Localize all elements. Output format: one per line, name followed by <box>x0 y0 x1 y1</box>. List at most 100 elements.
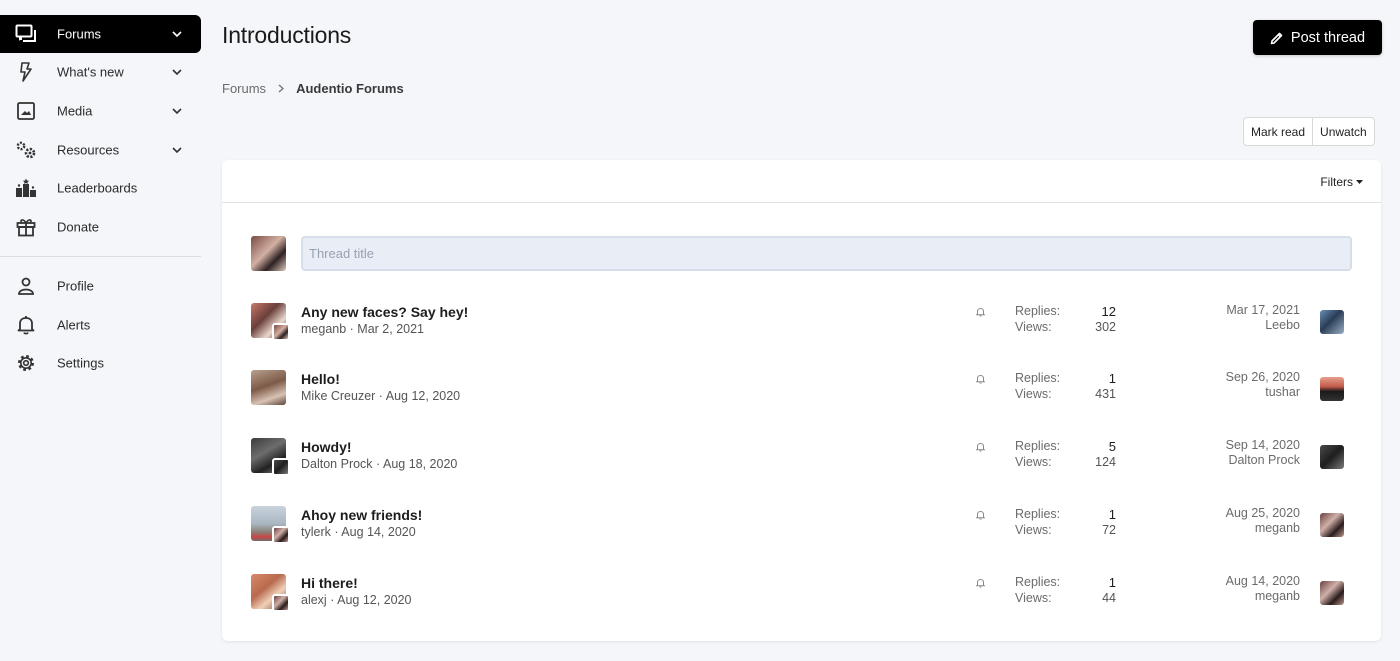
thread-title[interactable]: Howdy! <box>301 439 352 455</box>
sidebar-item-profile[interactable]: Profile <box>0 267 201 305</box>
thread-title[interactable]: Hi there! <box>301 575 358 591</box>
last-post-date[interactable]: Sep 14, 2020 <box>1226 438 1300 452</box>
thread-author[interactable]: alexj <box>301 593 327 607</box>
replies-label: Replies: <box>1015 439 1061 453</box>
views-label: Views: <box>1015 387 1052 401</box>
unwatch-button[interactable]: Unwatch <box>1312 118 1374 145</box>
sidebar-item-alerts[interactable]: Alerts <box>0 306 201 344</box>
last-post-user[interactable]: meganb <box>1255 521 1300 535</box>
sidebar-item-leaderboards[interactable]: Leaderboards <box>0 169 201 207</box>
last-poster-avatar[interactable] <box>1320 310 1344 334</box>
thread-row[interactable]: Any new faces? Say hey! meganb · Mar 2, … <box>251 303 1352 343</box>
last-poster-mini-avatar[interactable] <box>272 594 290 612</box>
last-poster-avatar[interactable] <box>1320 581 1344 605</box>
thread-start-date[interactable]: Aug 18, 2020 <box>383 457 457 471</box>
cogs-icon <box>15 139 37 161</box>
sidebar-item-whats-new[interactable]: What's new <box>0 53 201 91</box>
sidebar: Forums What's new Media Resources Leader… <box>0 0 202 661</box>
gift-icon <box>15 216 37 238</box>
thread-meta: tylerk · Aug 14, 2020 <box>301 525 416 539</box>
views-count: 72 <box>1102 523 1116 537</box>
breadcrumb-item-forums[interactable]: Forums <box>222 81 266 96</box>
sidebar-item-label: Settings <box>57 355 104 371</box>
mark-read-button[interactable]: Mark read <box>1244 118 1312 145</box>
last-poster-avatar[interactable] <box>1320 513 1344 537</box>
replies-count: 12 <box>1101 304 1116 319</box>
quick-thread-row <box>251 236 1352 271</box>
thread-start-date[interactable]: Aug 12, 2020 <box>386 389 460 403</box>
last-post-user[interactable]: meganb <box>1255 589 1300 603</box>
replies-label: Replies: <box>1015 507 1061 521</box>
thread-start-date[interactable]: Aug 14, 2020 <box>341 525 415 539</box>
thread-row[interactable]: Hello! Mike Creuzer · Aug 12, 2020 Repli… <box>251 370 1352 410</box>
views-label: Views: <box>1015 455 1052 469</box>
avatar[interactable] <box>251 236 286 271</box>
thread-meta: Dalton Prock · Aug 18, 2020 <box>301 457 458 471</box>
chevron-down-icon[interactable] <box>171 144 183 156</box>
filters-button[interactable]: Filters <box>1320 175 1363 189</box>
last-post-date[interactable]: Sep 26, 2020 <box>1226 370 1300 384</box>
watch-bell-icon[interactable] <box>974 441 986 453</box>
replies-count: 1 <box>1108 507 1116 522</box>
watch-bell-icon[interactable] <box>974 577 986 589</box>
forums-icon <box>15 23 37 45</box>
sidebar-item-media[interactable]: Media <box>0 92 201 130</box>
last-poster-mini-avatar[interactable] <box>272 526 290 544</box>
thread-row[interactable]: Hi there! alexj · Aug 12, 2020 Replies: … <box>251 574 1352 614</box>
filters-label: Filters <box>1320 175 1353 189</box>
watch-bell-icon[interactable] <box>974 509 986 521</box>
views-count: 431 <box>1095 387 1116 401</box>
last-post-user[interactable]: Leebo <box>1265 318 1300 332</box>
last-post-user[interactable]: tushar <box>1265 385 1300 399</box>
thread-list-card: Filters Any new faces? Say hey! meganb ·… <box>222 160 1381 641</box>
last-post-date[interactable]: Aug 14, 2020 <box>1226 574 1300 588</box>
sidebar-item-donate[interactable]: Donate <box>0 208 201 246</box>
thread-author[interactable]: tylerk <box>301 525 331 539</box>
sidebar-item-label: Media <box>57 103 93 119</box>
caret-down-icon <box>1356 180 1363 184</box>
bell-icon <box>15 314 37 336</box>
watch-bell-icon[interactable] <box>974 306 986 318</box>
thread-start-date[interactable]: Mar 2, 2021 <box>357 322 424 336</box>
thread-title[interactable]: Ahoy new friends! <box>301 507 422 523</box>
last-poster-avatar[interactable] <box>1320 377 1344 401</box>
thread-list-header: Filters <box>222 160 1381 203</box>
avatar[interactable] <box>251 370 286 405</box>
sidebar-item-forums[interactable]: Forums <box>0 15 201 53</box>
replies-label: Replies: <box>1015 371 1061 385</box>
last-poster-mini-avatar[interactable] <box>272 323 290 341</box>
thread-title[interactable]: Any new faces? Say hey! <box>301 304 468 320</box>
chevron-down-icon[interactable] <box>171 66 183 78</box>
thread-row[interactable]: Ahoy new friends! tylerk · Aug 14, 2020 … <box>251 506 1352 546</box>
thread-row[interactable]: Howdy! Dalton Prock · Aug 18, 2020 Repli… <box>251 438 1352 478</box>
last-post-date[interactable]: Mar 17, 2021 <box>1226 303 1300 317</box>
thread-title[interactable]: Hello! <box>301 371 340 387</box>
sidebar-item-label: What's new <box>57 64 124 80</box>
last-poster-mini-avatar[interactable] <box>272 458 290 476</box>
sidebar-item-resources[interactable]: Resources <box>0 131 201 169</box>
watch-bell-icon[interactable] <box>974 373 986 385</box>
last-poster-avatar[interactable] <box>1320 445 1344 469</box>
thread-author[interactable]: Mike Creuzer <box>301 389 375 403</box>
thread-meta: meganb · Mar 2, 2021 <box>301 322 425 336</box>
chevron-right-icon <box>278 84 285 93</box>
page-title: Introductions <box>222 22 352 48</box>
post-thread-button[interactable]: Post thread <box>1253 20 1382 55</box>
thread-author[interactable]: meganb <box>301 322 346 336</box>
last-post-date[interactable]: Aug 25, 2020 <box>1226 506 1300 520</box>
thread-author[interactable]: Dalton Prock <box>301 457 373 471</box>
chevron-down-icon[interactable] <box>171 105 183 117</box>
views-label: Views: <box>1015 591 1052 605</box>
sidebar-item-label: Profile <box>57 278 94 294</box>
replies-label: Replies: <box>1015 575 1061 589</box>
sidebar-item-label: Resources <box>57 142 120 158</box>
last-post-user[interactable]: Dalton Prock <box>1228 453 1300 467</box>
views-count: 302 <box>1095 320 1116 334</box>
image-icon <box>15 100 37 122</box>
breadcrumb-item-current[interactable]: Audentio Forums <box>296 81 404 96</box>
chevron-down-icon[interactable] <box>171 28 183 40</box>
sidebar-item-label: Leaderboards <box>57 180 138 196</box>
thread-start-date[interactable]: Aug 12, 2020 <box>337 593 411 607</box>
thread-title-input[interactable] <box>301 236 1352 271</box>
sidebar-item-settings[interactable]: Settings <box>0 344 201 382</box>
